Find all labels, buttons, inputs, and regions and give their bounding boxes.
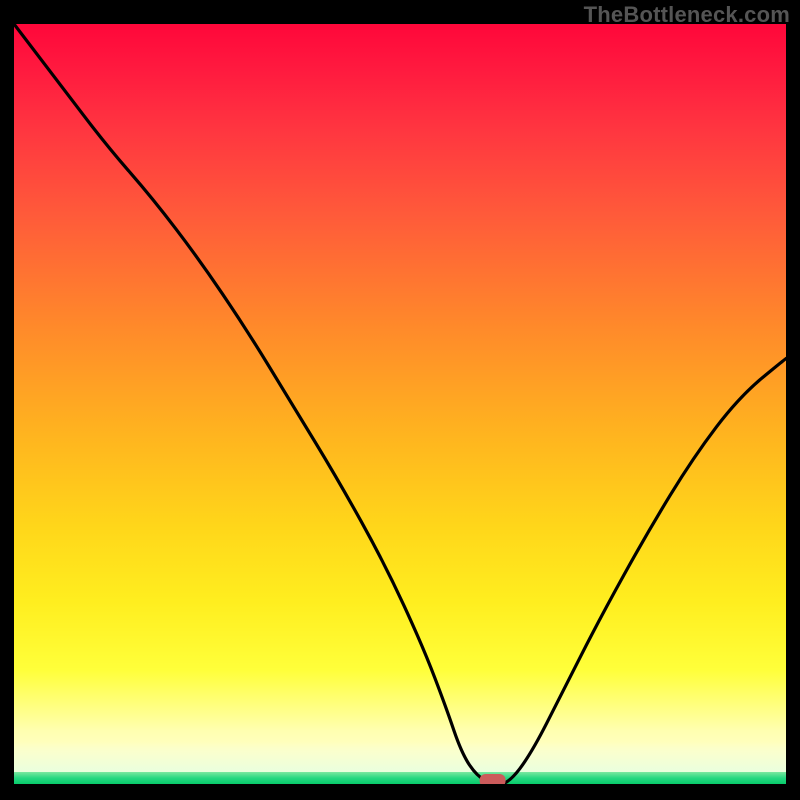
optimal-marker (480, 774, 506, 784)
plot-area (14, 24, 786, 784)
bottleneck-curve (14, 24, 786, 784)
curve-layer (14, 24, 786, 784)
watermark-text: TheBottleneck.com (584, 2, 790, 28)
chart-frame: TheBottleneck.com (0, 0, 800, 800)
